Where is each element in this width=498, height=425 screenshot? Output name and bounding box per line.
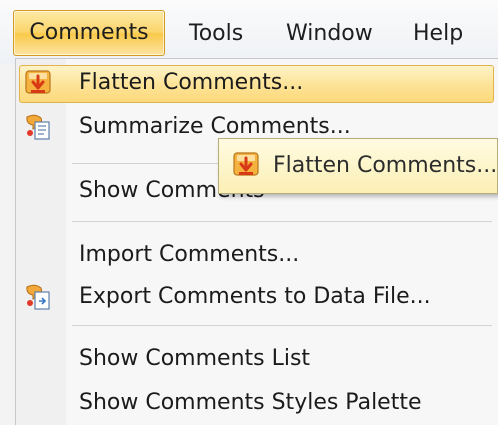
menu-item-label: Import Comments... — [79, 242, 300, 267]
flatten-comments-icon — [233, 152, 259, 176]
menu-item-label: Export Comments to Data File... — [79, 284, 431, 309]
comments-dropdown-menu: Flatten Comments... Summarize Comments..… — [15, 58, 498, 425]
menu-item-label: Show Comments List — [79, 346, 311, 371]
menu-separator — [72, 221, 492, 222]
menu-tools[interactable]: Tools — [189, 12, 243, 56]
menu-bar: Comments Tools Window Help — [0, 0, 498, 64]
menu-item-label: Flatten Comments... — [79, 70, 304, 95]
drag-ghost-label: Flatten Comments... — [273, 153, 498, 178]
menu-item-label: Show Comments Styles Palette — [79, 390, 422, 415]
menu-item-show-comments-styles-palette[interactable]: Show Comments Styles Palette — [16, 383, 498, 423]
drag-ghost-flatten-comments: Flatten Comments... — [218, 138, 498, 194]
menu-separator — [72, 325, 492, 326]
menu-comments[interactable]: Comments — [13, 10, 165, 56]
export-comments-icon — [26, 284, 50, 310]
menu-item-show-comments-list[interactable]: Show Comments List — [16, 339, 498, 379]
menu-help[interactable]: Help — [413, 12, 463, 56]
menu-item-import-comments[interactable]: Import Comments... — [16, 235, 498, 275]
flatten-comments-icon — [25, 70, 51, 94]
summarize-comments-icon — [26, 114, 50, 140]
menu-item-export-comments[interactable]: Export Comments to Data File... — [16, 277, 498, 317]
menu-item-flatten-comments[interactable]: Flatten Comments... — [16, 63, 498, 103]
menu-window[interactable]: Window — [286, 12, 373, 56]
